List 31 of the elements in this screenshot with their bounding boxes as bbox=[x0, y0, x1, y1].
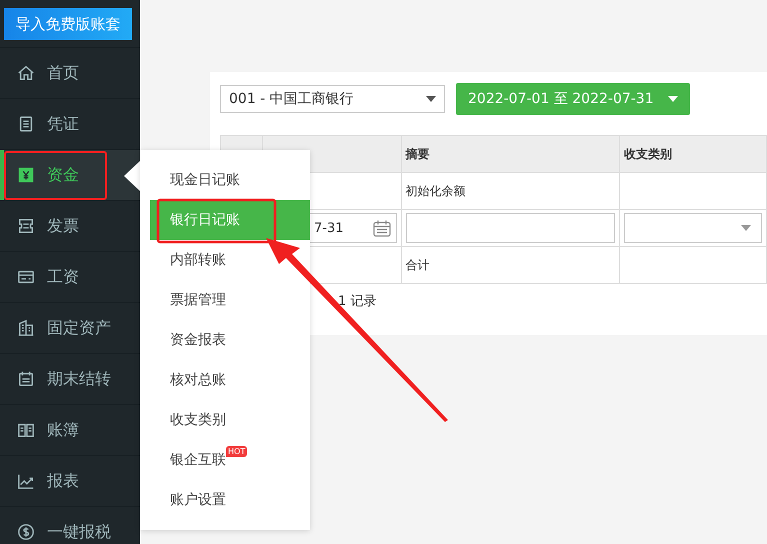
calendar-icon bbox=[17, 370, 35, 388]
menu-item[interactable]: 收支类别 bbox=[150, 400, 310, 440]
dollar-icon bbox=[17, 523, 35, 541]
summary-field[interactable] bbox=[406, 213, 616, 243]
document-icon bbox=[17, 115, 35, 133]
menu-item[interactable]: 资金报表 bbox=[150, 320, 310, 360]
home-icon bbox=[17, 64, 35, 82]
ticket-icon bbox=[17, 217, 35, 235]
menu-item[interactable]: 核对总账 bbox=[150, 360, 310, 400]
caret-icon bbox=[741, 225, 751, 231]
sidebar-item[interactable]: 首页 bbox=[0, 48, 140, 99]
card-icon bbox=[17, 268, 35, 286]
book-icon bbox=[17, 421, 35, 439]
building-icon bbox=[17, 319, 35, 337]
chart-icon bbox=[17, 472, 35, 490]
table-cell: 合计 bbox=[401, 246, 620, 284]
menu-item[interactable]: 票据管理 bbox=[150, 280, 310, 320]
column-header: 收支类别 bbox=[620, 136, 766, 172]
menu-item[interactable]: 账户设置 bbox=[150, 480, 310, 520]
calendar-icon bbox=[372, 220, 391, 236]
hot-badge: HOT bbox=[226, 446, 248, 457]
menu-item[interactable]: 现金日记账 bbox=[150, 160, 310, 200]
menu-item[interactable]: 内部转账 bbox=[150, 240, 310, 280]
column-header: 摘要 bbox=[401, 136, 620, 172]
yuan-icon bbox=[17, 166, 35, 184]
caret-icon bbox=[426, 96, 436, 102]
caret-icon bbox=[668, 96, 678, 102]
account-select[interactable]: 001 - 中国工商银行 bbox=[220, 85, 445, 113]
record-count: 1 记录 bbox=[338, 294, 376, 309]
table-cell: 初始化余额 bbox=[401, 172, 620, 210]
category-select[interactable] bbox=[624, 213, 762, 243]
